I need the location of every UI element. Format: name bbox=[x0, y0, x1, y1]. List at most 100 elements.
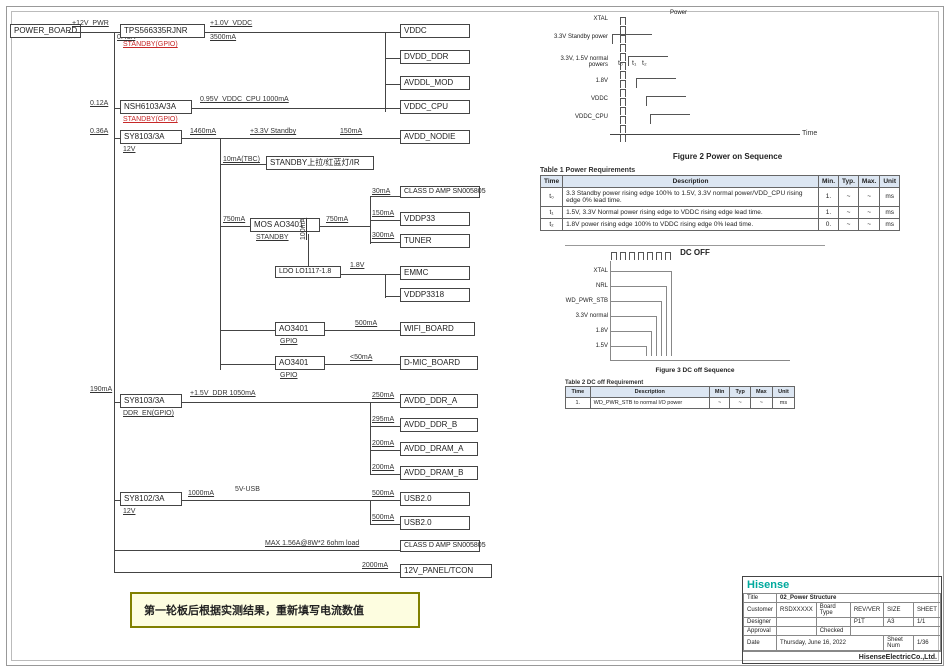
lbl-100ma: 100mA bbox=[300, 218, 308, 240]
lbl-0.36A: 0.36A bbox=[90, 128, 108, 136]
sig-3v3sb: 3.3V Standby power bbox=[550, 34, 608, 40]
node-tps566335: TPS566335RJNR bbox=[120, 24, 205, 38]
dc-sig0: XTAL bbox=[593, 268, 608, 274]
node-avdd-nodie: AVDD_NODIE bbox=[400, 130, 470, 144]
th-min: Min. bbox=[819, 175, 839, 187]
lbl-30ma: 30mA bbox=[372, 188, 390, 196]
sw2-sub: GPIO bbox=[280, 372, 298, 380]
node-power-board: POWER_BOARD bbox=[10, 24, 81, 38]
r0-t: t₀ bbox=[541, 187, 563, 206]
node-avdd-dram-a: AVDD_DRAM_A bbox=[400, 442, 478, 456]
tb-pg: 1/36 bbox=[913, 636, 940, 651]
lbl-lt50ma: <50mA bbox=[350, 354, 372, 362]
lbl-0.12A: 0.12A bbox=[90, 100, 108, 108]
t2h4: Max bbox=[750, 387, 772, 398]
lbl-150ma: 150mA bbox=[340, 128, 362, 136]
node-emmc: EMMC bbox=[400, 266, 470, 280]
dc-sig5: 1.5V bbox=[596, 343, 608, 349]
dc-sig4: 1.8V bbox=[596, 328, 608, 334]
tb-title-l: Title bbox=[744, 594, 777, 603]
lbl-500ma-wifi: 500mA bbox=[355, 320, 377, 328]
sy8103a-sub: 12V bbox=[123, 146, 135, 154]
lbl-190ma: 190mA bbox=[90, 386, 112, 394]
lbl-150ma-vddp: 150mA bbox=[372, 210, 394, 218]
node-panel: 12V_PANEL/TCON bbox=[400, 564, 492, 578]
lbl-200ma-a: 200mA bbox=[372, 440, 394, 448]
dc-sig1: NRL bbox=[596, 283, 608, 289]
tb-date: Thursday, June 16, 2022 bbox=[777, 636, 884, 651]
tb-pg-l: Sheet Num bbox=[884, 636, 914, 651]
node-classd-top: CLASS D AMP SN005805 bbox=[400, 186, 480, 198]
r2-max: ~ bbox=[858, 218, 879, 230]
node-standby-ir: STANDBY上拉/红蓝灯/IR bbox=[266, 156, 374, 170]
node-ao3401-dmic: AO3401 bbox=[275, 356, 325, 370]
r1-t: t₁ bbox=[541, 206, 563, 218]
tb-rev: P1T bbox=[850, 618, 883, 627]
tb-size-l: SIZE bbox=[884, 603, 914, 618]
node-dvdd-ddr: DVDD_DDR bbox=[400, 50, 470, 64]
dcoff-section: DC OFF XTAL NRL WD_PWR_STB 3.3V normal 1… bbox=[565, 245, 825, 410]
t2r3: ~ bbox=[730, 398, 750, 409]
tb-cust-l: Customer bbox=[744, 603, 777, 618]
tb-des-l: Designer bbox=[744, 618, 777, 627]
sy8103b-sub: DDR_EN(GPIO) bbox=[123, 410, 174, 418]
tb-sheet: 1/1 bbox=[913, 618, 940, 627]
lbl-300ma: 300mA bbox=[372, 232, 394, 240]
node-nsh6103a: NSH6103A/3A bbox=[120, 100, 192, 114]
lbl-10ma: 10mA(TBC) bbox=[223, 156, 260, 164]
sig-xtal: XTAL bbox=[550, 16, 608, 22]
r2-u: ms bbox=[880, 218, 900, 230]
tb-company: HisenseElectricCo.,Ltd. bbox=[743, 651, 941, 663]
th-max: Max. bbox=[858, 175, 879, 187]
node-ao3401-wifi: AO3401 bbox=[275, 322, 325, 336]
t2r4: ~ bbox=[750, 398, 772, 409]
node-usb1: USB2.0 bbox=[400, 492, 470, 506]
marker-t2: t₂ bbox=[642, 60, 647, 68]
th-time: Time bbox=[541, 175, 563, 187]
timing-chart: XTAL 3.3V Standby power 3.3V, 1.5V norma… bbox=[550, 16, 810, 146]
r2-t: t₂ bbox=[541, 218, 563, 230]
lbl-200ma-b: 200mA bbox=[372, 464, 394, 472]
marker-t1: t₁ bbox=[632, 60, 636, 68]
lbl-0.95v: 0.95V_VDDC_CPU 1000mA bbox=[200, 96, 289, 104]
node-tuner: TUNER bbox=[400, 234, 470, 248]
sy8102-sub: 12V bbox=[123, 508, 135, 516]
timing-caption: Figure 2 Power on Sequence bbox=[530, 152, 925, 161]
r2-d: 1.8V power rising edge 100% to VDDC risi… bbox=[563, 218, 819, 230]
r0-u: ms bbox=[880, 187, 900, 206]
t2r5: ms bbox=[772, 398, 794, 409]
dcoff-t2caption: Table 2 DC off Requirement bbox=[565, 380, 825, 387]
node-wifi: WIFI_BOARD bbox=[400, 322, 475, 336]
r2-min: 0. bbox=[819, 218, 839, 230]
r0-min: 1. bbox=[819, 187, 839, 206]
node-avddl-mod: AVDDL_MOD bbox=[400, 76, 470, 90]
th-unit: Unit bbox=[880, 175, 900, 187]
hisense-logo: Hisense bbox=[743, 577, 941, 593]
sig-normal: 3.3V, 1.5V normal powers bbox=[550, 56, 608, 68]
sw1-sub: GPIO bbox=[280, 338, 298, 346]
sig-1v8: 1.8V bbox=[550, 78, 608, 84]
th-desc: Description bbox=[563, 175, 819, 187]
tb-sheet-l: SHEET bbox=[913, 603, 940, 618]
r2-typ: ~ bbox=[839, 218, 859, 230]
lbl-250ma: 250mA bbox=[372, 392, 394, 400]
nsh-sub: STANDBY(GPIO) bbox=[123, 116, 178, 124]
mos-sub: STANDBY bbox=[256, 234, 289, 242]
tb-size: A3 bbox=[884, 618, 914, 627]
node-sy8103-a: SY8103/3A bbox=[120, 130, 182, 144]
node-avdd-dram-b: AVDD_DRAM_B bbox=[400, 466, 478, 480]
node-avdd-ddr-b: AVDD_DDR_B bbox=[400, 418, 478, 432]
node-sy8102: SY8102/3A bbox=[120, 492, 182, 506]
th-typ: Typ. bbox=[839, 175, 859, 187]
power-req-table: Time Description Min. Typ. Max. Unit t₀ … bbox=[540, 175, 900, 231]
node-vddp33: VDDP33 bbox=[400, 212, 470, 226]
lbl-2000ma: 2000mA bbox=[362, 562, 388, 570]
r1-d: 1.5V, 3.3V Normal power rising edge to V… bbox=[563, 206, 819, 218]
t2h3: Typ bbox=[730, 387, 750, 398]
power-tree-diagram: POWER_BOARD +12V_PWR 0.45A TPS566335RJNR… bbox=[10, 10, 520, 610]
lbl-1000ma: 1000mA bbox=[188, 490, 214, 498]
lbl-750ma-out: 750mA bbox=[326, 216, 348, 224]
node-ldo: LDO LO1117-1.8 bbox=[275, 266, 341, 278]
tb-rev-l: REV/VER bbox=[850, 603, 883, 618]
node-sy8103-b: SY8103/3A bbox=[120, 394, 182, 408]
